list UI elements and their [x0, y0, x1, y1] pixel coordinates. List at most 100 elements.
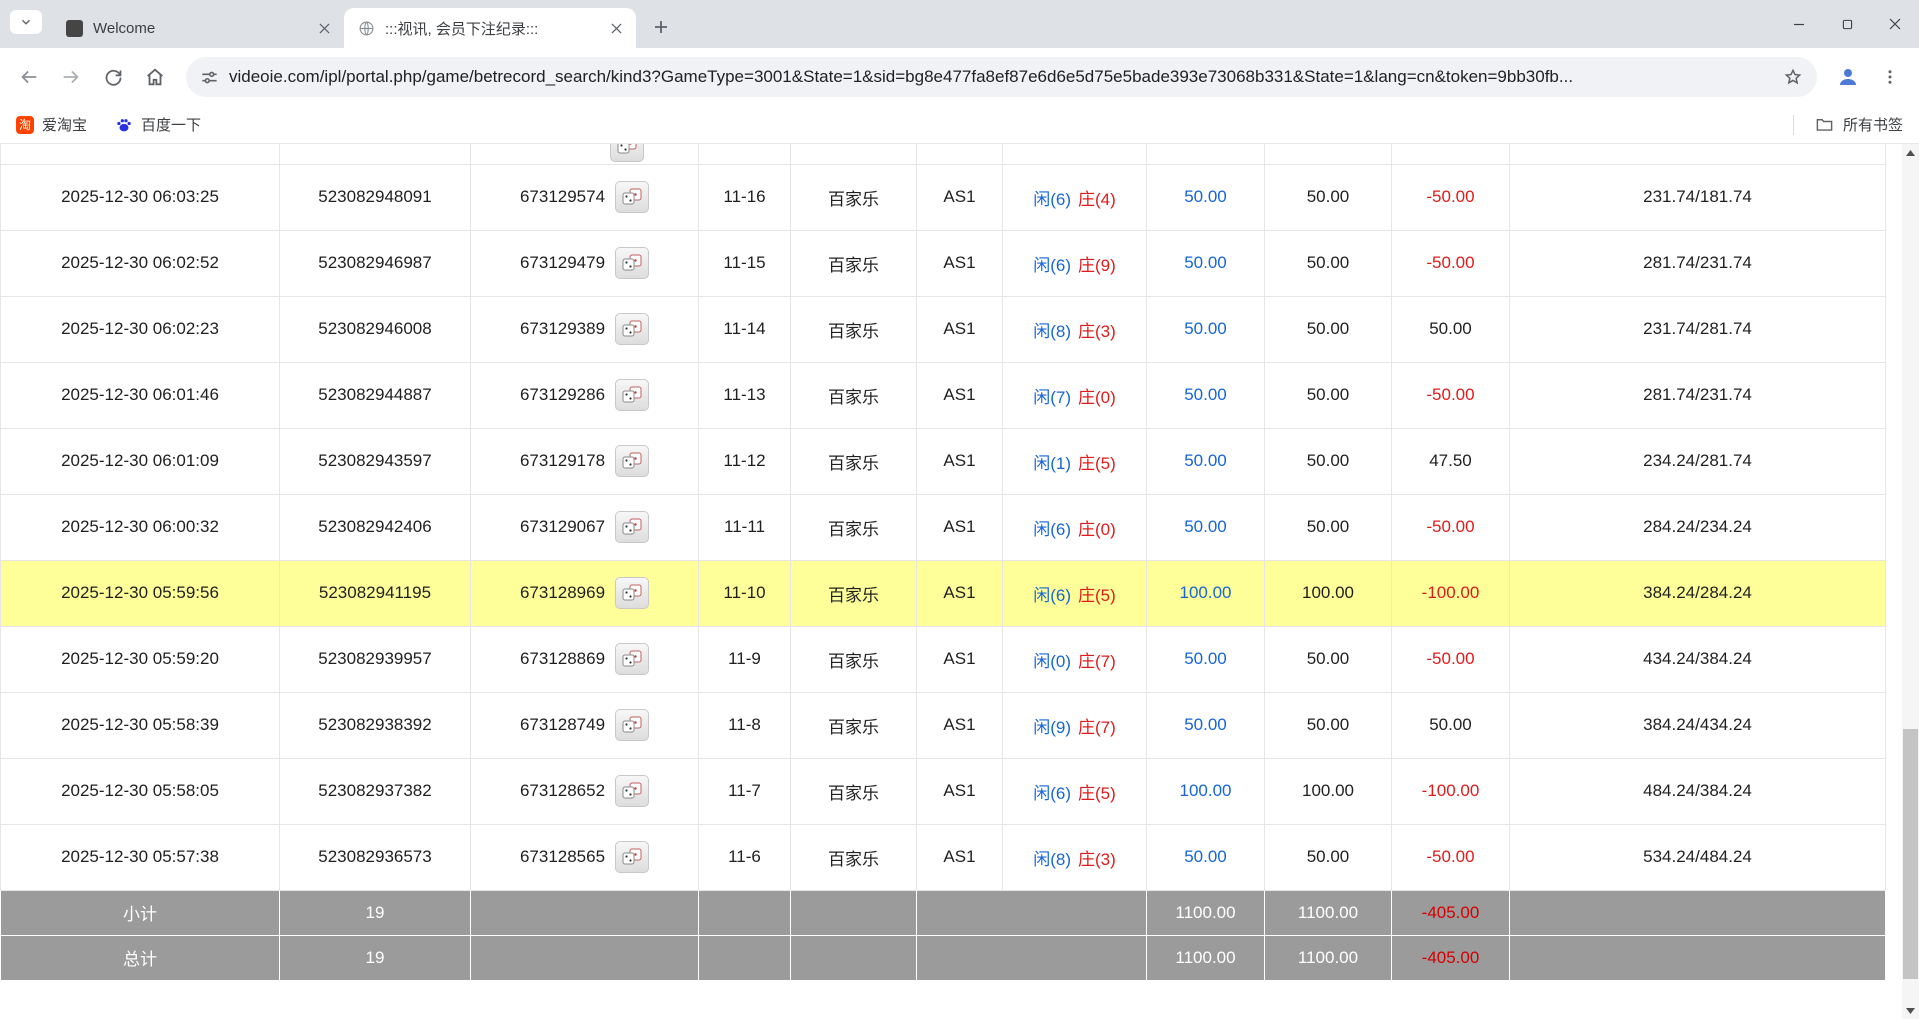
game-result-icon[interactable] — [615, 511, 649, 543]
cell-valid-amount: 50.00 — [1265, 494, 1392, 560]
table-row: 2025-12-30 06:03:25 523082948091 6731295… — [1, 164, 1886, 230]
minimize-button[interactable] — [1775, 0, 1823, 48]
result-player: 闲(0) — [1033, 652, 1071, 671]
plus-icon — [654, 20, 668, 34]
cell-valid-amount: 100.00 — [1265, 758, 1392, 824]
cell-order-no: 523082938392 — [280, 692, 471, 758]
result-banker: 庄(3) — [1078, 322, 1116, 341]
cell-result: 闲(9)庄(7) — [1003, 692, 1147, 758]
address-bar[interactable]: videoie.com/ipl/portal.php/game/betrecor… — [186, 57, 1817, 97]
minimize-icon — [1793, 18, 1805, 30]
cell-round: 11-6 — [699, 824, 791, 890]
home-button[interactable] — [136, 58, 174, 96]
cell-result: 闲(6)庄(5) — [1003, 758, 1147, 824]
game-id-text: 673129574 — [520, 187, 605, 207]
tab-close-icon[interactable] — [314, 18, 334, 38]
subtotal-row: 小计 19 1100.00 1100.00 -405.00 — [1, 890, 1886, 935]
tab-search-button[interactable] — [10, 10, 42, 34]
game-id-text: 673129178 — [520, 451, 605, 471]
forward-button[interactable] — [52, 58, 90, 96]
cell-table: AS1 — [917, 296, 1003, 362]
cell-table: AS1 — [917, 428, 1003, 494]
game-result-icon[interactable] — [615, 841, 649, 873]
cell-win-loss: -100.00 — [1392, 758, 1510, 824]
page-content: 2025-12-30 06:03:25 523082948091 6731295… — [0, 144, 1919, 1019]
cell-game-type: 百家乐 — [791, 362, 917, 428]
game-result-icon[interactable] — [615, 577, 649, 609]
tab-close-icon[interactable] — [606, 18, 626, 38]
table-row: 2025-12-30 05:59:20 523082939957 6731288… — [1, 626, 1886, 692]
close-window-button[interactable] — [1871, 0, 1919, 48]
cell-valid-amount: 50.00 — [1265, 296, 1392, 362]
cell-game-type: 百家乐 — [791, 758, 917, 824]
cell-order-no: 523082939957 — [280, 626, 471, 692]
game-result-icon[interactable] — [615, 775, 649, 807]
tab-bet-record[interactable]: :::视讯, 会员下注纪录::: — [344, 8, 636, 48]
cell-game-type: 百家乐 — [791, 164, 917, 230]
result-player: 闲(8) — [1033, 322, 1071, 341]
cell-valid-amount: 100.00 — [1265, 560, 1392, 626]
result-player: 闲(6) — [1033, 520, 1071, 539]
game-result-icon[interactable] — [615, 643, 649, 675]
bookmark-baidu[interactable]: 百度一下 — [115, 114, 201, 135]
table-row: 2025-12-30 06:01:09 523082943597 6731291… — [1, 428, 1886, 494]
cell-time: 2025-12-30 06:00:32 — [1, 494, 280, 560]
bookmark-taobao[interactable]: 淘 爱淘宝 — [16, 114, 87, 135]
subtotal-valid: 1100.00 — [1265, 890, 1392, 935]
cell-time: 2025-12-30 06:01:46 — [1, 362, 280, 428]
cell-balance: 434.24/384.24 — [1510, 626, 1886, 692]
cell-balance: 284.24/234.24 — [1510, 494, 1886, 560]
game-result-icon[interactable] — [615, 181, 649, 213]
game-result-icon[interactable] — [615, 379, 649, 411]
profile-avatar-button[interactable] — [1829, 58, 1867, 96]
cell-game-type: 百家乐 — [791, 692, 917, 758]
game-id-text: 673128749 — [520, 715, 605, 735]
tab-welcome[interactable]: Welcome — [52, 8, 344, 48]
total-count: 19 — [280, 935, 471, 980]
all-bookmarks[interactable]: 所有书签 — [1793, 114, 1903, 135]
game-result-icon[interactable] — [615, 313, 649, 345]
game-result-icon[interactable] — [615, 709, 649, 741]
cell-table: AS1 — [917, 494, 1003, 560]
game-result-icon[interactable] — [610, 144, 644, 162]
table-summary: 小计 19 1100.00 1100.00 -405.00 总计 19 1100… — [1, 890, 1886, 980]
cell-valid-amount: 50.00 — [1265, 626, 1392, 692]
subtotal-bet: 1100.00 — [1147, 890, 1265, 935]
up-triangle-icon — [1906, 150, 1915, 156]
cell-order-no: 523082941195 — [280, 560, 471, 626]
tab-bar: Welcome :::视讯, 会员下注纪录::: — [0, 0, 1919, 48]
cell-round: 11-10 — [699, 560, 791, 626]
back-button[interactable] — [10, 58, 48, 96]
cell-balance: 231.74/281.74 — [1510, 296, 1886, 362]
cell-game-type: 百家乐 — [791, 560, 917, 626]
result-banker: 庄(0) — [1078, 520, 1116, 539]
cell-bet-amount: 50.00 — [1147, 362, 1265, 428]
cell-win-loss: -50.00 — [1392, 164, 1510, 230]
scrollbar-thumb[interactable] — [1903, 729, 1918, 979]
cell-time: 2025-12-30 05:57:38 — [1, 824, 280, 890]
reload-button[interactable] — [94, 58, 132, 96]
profile-avatar-icon — [1836, 65, 1860, 89]
folder-icon — [1815, 115, 1834, 134]
game-result-icon[interactable] — [615, 247, 649, 279]
cell-result: 闲(6)庄(9) — [1003, 230, 1147, 296]
scrollbar-down-arrow[interactable] — [1902, 1002, 1919, 1019]
cell-round: 11-8 — [699, 692, 791, 758]
cell-game-id: 673128869 — [471, 626, 699, 692]
cell-game-id: 673128565 — [471, 824, 699, 890]
cell-result: 闲(6) 庄(0) — [1003, 494, 1147, 560]
cell-win-loss: 50.00 — [1392, 296, 1510, 362]
scrollbar[interactable] — [1902, 144, 1919, 1019]
bookmarks-bar: 淘 爱淘宝 百度一下 所有书签 — [0, 106, 1919, 144]
scrollbar-up-arrow[interactable] — [1902, 144, 1919, 161]
game-result-icon[interactable] — [615, 445, 649, 477]
tabs: Welcome :::视讯, 会员下注纪录::: — [52, 0, 676, 48]
browser-menu-button[interactable] — [1871, 58, 1909, 96]
cell-balance: 281.74/231.74 — [1510, 362, 1886, 428]
result-player: 闲(6) — [1033, 256, 1071, 275]
table-row: 2025-12-30 06:00:32 523082942406 6731290… — [1, 494, 1886, 560]
new-tab-button[interactable] — [646, 12, 676, 42]
maximize-button[interactable] — [1823, 0, 1871, 48]
bookmark-star-icon[interactable] — [1783, 67, 1803, 87]
cell-result: 闲(8) 庄(3) — [1003, 296, 1147, 362]
